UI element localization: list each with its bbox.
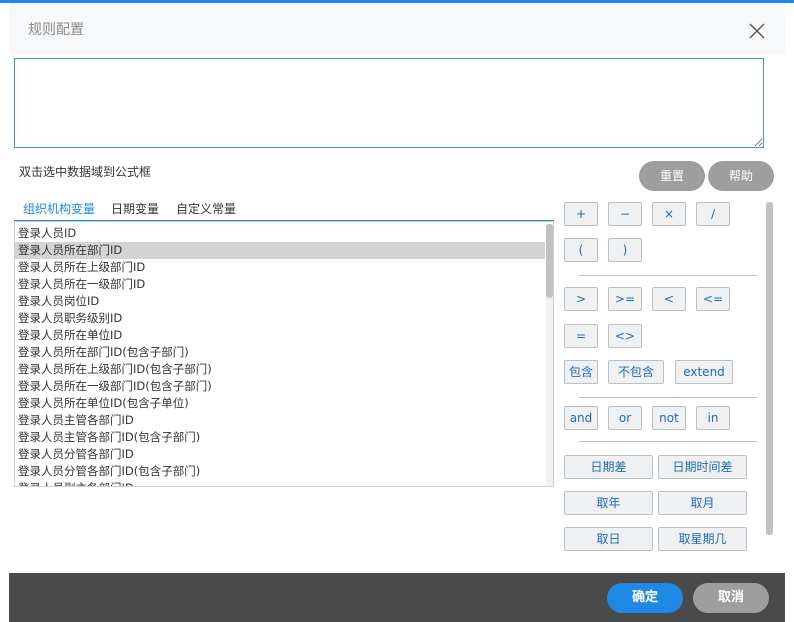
operator-separator	[579, 275, 757, 276]
variable-list-item[interactable]: 登录人员所在一级部门ID(包含子部门)	[15, 378, 545, 395]
variable-list-item[interactable]: 登录人员岗位ID	[15, 293, 545, 310]
operator-contains-button[interactable]: 包含	[564, 360, 598, 384]
operator-panel-scroll-thumb[interactable]	[766, 202, 773, 535]
operator-divide-button[interactable]: ∕	[696, 202, 730, 226]
variable-list-item[interactable]: 登录人员主管各部门ID	[15, 412, 545, 429]
variable-list-item[interactable]: 登录人员ID	[15, 225, 545, 242]
operator-not-button[interactable]: not	[652, 406, 686, 430]
operator-panel: + − × ∕ ( ) > >= < <= = <> 包含 不包含 extend…	[559, 199, 777, 555]
operator-or-button[interactable]: or	[608, 406, 642, 430]
close-icon[interactable]	[748, 22, 766, 40]
dialog-footer: 确定 取消	[9, 573, 785, 622]
operator-right-paren-button[interactable]: )	[608, 238, 642, 262]
function-get-year-button[interactable]: 取年	[564, 491, 653, 515]
variable-list-item[interactable]: 登录人员所在一级部门ID	[15, 276, 545, 293]
tab-date-variables[interactable]: 日期变量	[111, 200, 159, 217]
variable-list-item[interactable]: 登录人员所在部门ID(包含子部门)	[15, 344, 545, 361]
function-get-day-button[interactable]: 取日	[564, 527, 653, 551]
variable-list-item[interactable]: 登录人员所在单位ID(包含子单位)	[15, 395, 545, 412]
operator-separator	[579, 441, 757, 442]
operator-eq-button[interactable]: =	[564, 324, 598, 348]
function-datetime-diff-button[interactable]: 日期时间差	[658, 455, 747, 479]
variable-list-item[interactable]: 登录人员分管各部门ID(包含子部门)	[15, 463, 545, 480]
formula-input[interactable]	[14, 58, 764, 148]
variable-list-item[interactable]: 登录人员分管各部门ID	[15, 446, 545, 463]
reset-button[interactable]: 重置	[639, 161, 705, 191]
operator-gte-button[interactable]: >=	[608, 287, 642, 311]
operator-left-paren-button[interactable]: (	[564, 238, 598, 262]
tab-org-variables[interactable]: 组织机构变量	[23, 200, 95, 217]
operator-extend-button[interactable]: extend	[675, 360, 733, 384]
dialog-header: 规则配置	[9, 3, 785, 53]
variable-list-item[interactable]: 登录人员所在部门ID	[15, 242, 545, 259]
variable-list-item[interactable]: 登录人员所在上级部门ID	[15, 259, 545, 276]
function-get-month-button[interactable]: 取月	[658, 491, 747, 515]
rule-config-dialog: 规则配置 双击选中数据域到公式框 重置 帮助 组织机构变量 日期变量 自定义常量…	[9, 3, 785, 573]
operator-separator	[579, 397, 757, 398]
variable-list-item[interactable]: 登录人员所在上级部门ID(包含子部门)	[15, 361, 545, 378]
variable-tabs: 组织机构变量 日期变量 自定义常量	[14, 196, 554, 222]
help-button[interactable]: 帮助	[708, 161, 774, 191]
operator-plus-button[interactable]: +	[564, 202, 598, 226]
variable-list-item[interactable]: 登录人员主管各部门ID(包含子部门)	[15, 429, 545, 446]
variable-list-item[interactable]: 登录人员职务级别ID	[15, 310, 545, 327]
operator-panel-scrollbar[interactable]	[766, 202, 773, 535]
variable-list-item[interactable]: 登录人员所在单位ID	[15, 327, 545, 344]
variable-list-scroll-thumb[interactable]	[546, 224, 553, 298]
variable-list: 登录人员ID 登录人员所在部门ID 登录人员所在上级部门ID 登录人员所在一级部门ID…	[14, 221, 554, 487]
function-date-diff-button[interactable]: 日期差	[564, 455, 653, 479]
operator-not-contains-button[interactable]: 不包含	[608, 360, 664, 384]
operator-neq-button[interactable]: <>	[608, 324, 642, 348]
operator-lte-button[interactable]: <=	[696, 287, 730, 311]
operator-minus-button[interactable]: −	[608, 202, 642, 226]
variable-list-scrollbar[interactable]	[546, 224, 553, 486]
formula-hint: 双击选中数据域到公式框	[19, 165, 152, 179]
operator-multiply-button[interactable]: ×	[652, 202, 686, 226]
confirm-button[interactable]: 确定	[607, 583, 683, 613]
operator-and-button[interactable]: and	[564, 406, 598, 430]
function-get-weekday-button[interactable]: 取星期几	[658, 527, 747, 551]
operator-gt-button[interactable]: >	[564, 287, 598, 311]
dialog-title: 规则配置	[28, 22, 84, 38]
operator-in-button[interactable]: in	[696, 406, 730, 430]
operator-lt-button[interactable]: <	[652, 287, 686, 311]
variable-list-item[interactable]: 登录人员副主各部门ID	[15, 480, 545, 486]
tab-custom-constants[interactable]: 自定义常量	[176, 200, 236, 217]
cancel-button[interactable]: 取消	[693, 583, 769, 613]
